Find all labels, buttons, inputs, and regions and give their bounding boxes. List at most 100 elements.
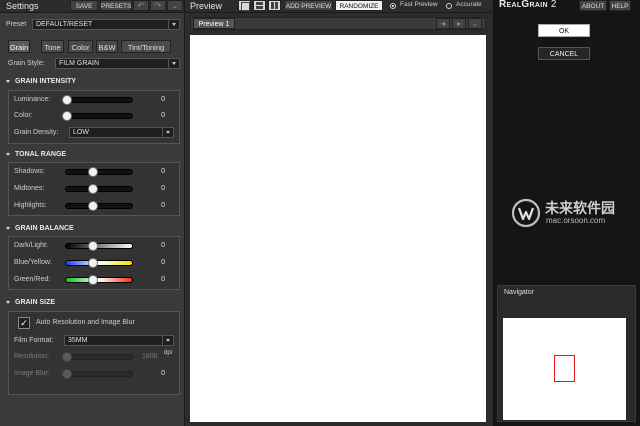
preview-tab-bar: Preview 1 ◂ ▸ ⌄ (190, 17, 486, 30)
dark-light-slider[interactable] (65, 243, 133, 249)
navigator-panel: Navigator (497, 285, 636, 422)
preview-canvas[interactable] (190, 35, 486, 422)
dark-light-slider-knob[interactable] (88, 241, 98, 251)
fast-preview-label: Fast Preview (400, 1, 438, 8)
film-format-label: Film Format: (14, 337, 54, 344)
settings-panel: Settings SAVE PRESETS ↶ ↷ ⌄ Preset DEFAU… (0, 0, 185, 426)
preview-panel: Preview ADD PREVIEW RANDOMIZE Fast Previ… (185, 0, 492, 426)
tab-grain[interactable]: Grain (8, 40, 30, 53)
scroll-left-icon[interactable]: ◂ (436, 18, 450, 29)
split-horizontal-icon[interactable] (253, 0, 266, 11)
highlights-slider[interactable] (65, 203, 133, 209)
randomize-button[interactable]: RANDOMIZE (335, 0, 383, 11)
settings-title: Settings (6, 1, 39, 11)
highlights-label: Highlights: (14, 202, 47, 209)
blue-yellow-value: 0 (161, 259, 165, 266)
tab-color[interactable]: Color (68, 40, 93, 53)
about-button[interactable]: ABOUT (579, 0, 607, 11)
right-panel: RealGrain 2 ABOUT HELP OK CANCEL 未来软件园 m… (493, 0, 640, 426)
preset-select[interactable]: DEFAULT/RESET (32, 19, 180, 30)
midtones-value: 0 (161, 185, 165, 192)
resolution-slider[interactable] (65, 354, 133, 360)
undo-icon[interactable]: ↶ (133, 0, 149, 11)
grain-style-value: FILM GRAIN (59, 60, 100, 67)
image-blur-label: Image Blur: (14, 370, 50, 377)
grain-balance-box: Dark/Light: 0 Blue/Yellow: 0 Green/Red: … (8, 236, 180, 290)
navigator-thumbnail[interactable] (503, 318, 626, 420)
green-red-value: 0 (161, 276, 165, 283)
blue-yellow-label: Blue/Yellow: (14, 259, 52, 266)
shadows-slider[interactable] (65, 169, 133, 175)
grain-size-heading: GRAIN SIZE (6, 299, 55, 306)
navigator-viewport-rect[interactable] (554, 355, 575, 382)
resolution-slider-knob[interactable] (62, 352, 72, 362)
luminance-slider[interactable] (65, 97, 133, 103)
midtones-slider-knob[interactable] (88, 184, 98, 194)
navigator-title: Navigator (504, 289, 534, 296)
chevron-down-icon (162, 336, 173, 345)
save-button[interactable]: SAVE (70, 0, 98, 11)
image-blur-slider[interactable] (65, 371, 133, 377)
split-vertical-icon[interactable] (268, 0, 281, 11)
add-preview-button[interactable]: ADD PREVIEW (284, 0, 333, 11)
watermark: 未来软件园 mac.orsoon.com (511, 198, 640, 230)
luminance-slider-knob[interactable] (62, 95, 72, 105)
preset-value: DEFAULT/RESET (36, 21, 93, 28)
chevron-down-icon (162, 128, 173, 137)
dark-light-value: 0 (161, 242, 165, 249)
grain-style-select[interactable]: FILM GRAIN (55, 58, 180, 69)
color-label: Color: (14, 112, 33, 119)
menu-chevron-icon[interactable]: ⌄ (167, 0, 183, 11)
preset-label: Preset (6, 21, 27, 28)
presets-button[interactable]: PRESETS (100, 0, 132, 11)
watermark-text: 未来软件园 (545, 201, 615, 217)
tab-bw[interactable]: B&W (96, 40, 118, 53)
midtones-slider[interactable] (65, 186, 133, 192)
preview-toolbar: Preview ADD PREVIEW RANDOMIZE Fast Previ… (185, 0, 492, 13)
accurate-radio[interactable] (446, 3, 452, 9)
film-format-select[interactable]: 35MM (64, 335, 174, 346)
tonal-range-heading: TONAL RANGE (6, 151, 66, 158)
tab-list-chevron-icon[interactable]: ⌄ (468, 18, 482, 29)
cancel-button[interactable]: CANCEL (538, 47, 590, 60)
blue-yellow-slider-knob[interactable] (88, 258, 98, 268)
resolution-unit: dpi (164, 350, 173, 356)
auto-resolution-label: Auto Resolution and Image Blur (36, 319, 135, 326)
scroll-right-icon[interactable]: ▸ (452, 18, 466, 29)
color-value: 0 (161, 112, 165, 119)
grain-density-label: Grain Density: (14, 129, 59, 136)
ok-button[interactable]: OK (538, 24, 590, 37)
highlights-value: 0 (161, 202, 165, 209)
color-slider[interactable] (65, 113, 133, 119)
fast-preview-radio[interactable] (390, 3, 396, 9)
auto-resolution-checkbox[interactable]: ✓ (18, 317, 30, 329)
luminance-label: Luminance: (14, 96, 51, 103)
grain-balance-heading: GRAIN BALANCE (6, 225, 74, 232)
green-red-slider-knob[interactable] (88, 275, 98, 285)
green-red-slider[interactable] (65, 277, 133, 283)
tab-tone[interactable]: Tone (41, 40, 64, 53)
grain-density-select[interactable]: LOW (69, 127, 174, 138)
logo-version: 2 (550, 0, 557, 10)
film-format-value: 35MM (68, 337, 88, 344)
logo-text: RealGrain (499, 0, 548, 10)
blue-yellow-slider[interactable] (65, 260, 133, 266)
tab-tint-toning[interactable]: Tint/Toning (121, 40, 171, 53)
grain-style-label: Grain Style: (8, 60, 45, 67)
settings-title-row: Settings SAVE PRESETS ↶ ↷ ⌄ (0, 0, 184, 13)
shadows-slider-knob[interactable] (88, 167, 98, 177)
preview-tab-1[interactable]: Preview 1 (193, 18, 235, 29)
single-view-icon[interactable] (238, 0, 251, 11)
highlights-slider-knob[interactable] (88, 201, 98, 211)
midtones-label: Midtones: (14, 185, 45, 192)
color-slider-knob[interactable] (62, 111, 72, 121)
help-button[interactable]: HELP (609, 0, 631, 11)
grain-intensity-box: Luminance: 0 Color: 0 Grain Density: LOW (8, 90, 180, 144)
image-blur-slider-knob[interactable] (62, 369, 72, 379)
chevron-down-icon (168, 20, 179, 29)
grain-intensity-heading: GRAIN INTENSITY (6, 78, 76, 85)
preview-title: Preview (190, 1, 223, 11)
watermark-logo-icon (511, 198, 541, 228)
luminance-value: 0 (161, 96, 165, 103)
redo-icon[interactable]: ↷ (150, 0, 166, 11)
